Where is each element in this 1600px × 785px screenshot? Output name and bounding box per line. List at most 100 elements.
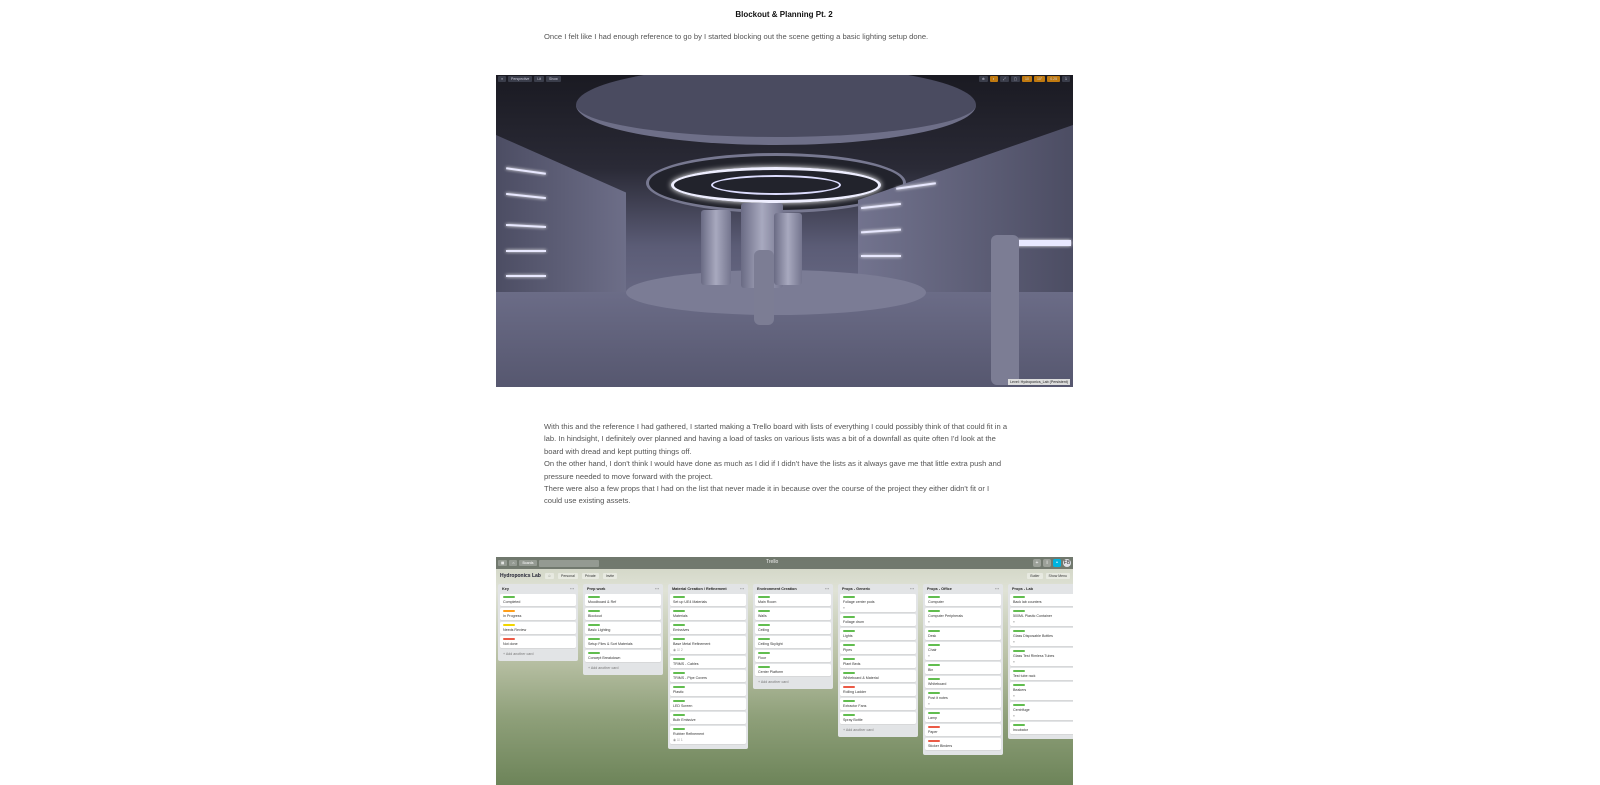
card-title: Needs Review [503,628,527,632]
card-title: Materials [673,614,688,618]
rotate-icon[interactable]: ◐ [989,76,998,82]
card-label [1013,684,1025,686]
trello-list: Props - Lab··· Back lab counters 500ML Pla… [1008,584,1073,739]
viewport-menu-button[interactable]: ≡ [498,76,507,82]
trello-card: Pipes [840,642,916,654]
trello-card: Needs Review [500,622,576,634]
trello-card: TRIMS - Pipe Covers [670,670,746,682]
scale-icon[interactable]: ⤢ [999,76,1009,82]
lit-button[interactable]: Lit [534,76,545,82]
trello-card: Lights [840,628,916,640]
trello-card: Back lab counters [1010,594,1073,606]
boards-button: Boards [519,560,537,566]
card-title: Spray Bottle [843,718,863,722]
home-icon: ⌂ [509,560,518,566]
card-label [503,624,515,626]
trello-card: Blockout [585,608,661,620]
trello-card: Test tube rack [1010,668,1073,680]
card-badges: ≡ [1013,640,1015,644]
trello-card: Paper [925,724,1001,736]
card-label [503,638,515,640]
card-badges: ≡ [843,606,845,610]
world-icon[interactable]: ▢ [1010,76,1021,82]
trello-card: Center Platform [755,664,831,676]
card-label [928,726,940,728]
trello-card: Moodboard & Ref [585,594,661,606]
card-label [928,740,940,742]
list-header: Props - Generic ··· [840,586,916,594]
card-title: Basic Lighting [588,628,611,632]
text-line: lab. In hindsight, I definitely over pla… [544,434,996,444]
bell-icon: • [1053,559,1061,567]
list-title: Material Creation / Refinement [672,587,727,591]
card-label [673,638,685,640]
perspective-button[interactable]: Perspective [508,76,533,82]
camera-speed[interactable]: 1 [1062,76,1070,82]
add-card-button: + Add another card [588,666,619,670]
trello-card: Lamp [925,710,1001,722]
trello-card: Incubator [1010,722,1073,734]
trello-list: Props - Office ··· Computer Computer Periph… [923,584,1003,755]
grid-snap[interactable]: 10 [1022,76,1032,82]
trello-card: Bulb Emissive [670,712,746,724]
list-title: Environment Creation [757,587,797,591]
trello-card: Base Metal Refinement ◉ ☑ 2 [670,636,746,654]
trello-list: Prep work ··· Moodboard & Ref Blockout Basic… [583,584,663,675]
trello-card: Foliage center pods ≡ [840,594,916,612]
card-badges: ≡ [928,702,930,706]
card-label [673,686,685,688]
card-title: In Progress [503,614,522,618]
card-title: Emissives [673,628,690,632]
card-title: Ceiling Skylight [758,642,783,646]
plus-icon: + [1033,559,1041,567]
text-line: pressure needed to move forward with the… [544,471,713,481]
card-label [1013,670,1025,672]
avatar: FB [1063,559,1071,567]
card-label [843,596,855,598]
trello-card: Computer Peripherals ≡ [925,608,1001,626]
card-title: Beakers [1013,688,1027,692]
personal-button: Personal [557,572,578,579]
trello-card: Extractor Fans [840,698,916,710]
trello-card: Bin [925,662,1001,674]
rotate-snap[interactable]: 10° [1033,76,1046,82]
trello-card: Not done [500,636,576,648]
intro-paragraph: Once I felt like I had enough reference … [544,32,929,41]
list-menu-icon: ··· [570,587,574,591]
translate-icon[interactable]: ⊕ [978,76,988,82]
list-title: Props - Office [927,587,952,591]
card-title: Bulb Emissive [673,718,696,722]
board-header: Hydroponics Lab ☆ Personal Private Invit… [496,569,1073,582]
trello-card: Setup Files & Sort Materials [585,636,661,648]
card-badges: ≡ [928,654,930,658]
list-menu-icon: ··· [825,587,829,591]
card-title: Bin [928,668,934,672]
card-title: Plant Beds [843,662,861,666]
card-title: Whiteboard & Material [843,676,879,680]
card-label [673,714,685,716]
text-line: With this and the reference I had gather… [544,422,1008,431]
trello-card: Spray Bottle [840,712,916,724]
card-label [673,658,685,660]
trello-card: Sticker Binders [925,738,1001,750]
trello-card: Centrifuge ≡ [1010,702,1073,720]
card-label [928,610,940,612]
list-header: Prep work ··· [585,586,661,594]
card-title: TRIMS - Pipe Covers [673,676,707,680]
level-label: Level: Hydroponics_Lab (Persistent) [1008,379,1070,385]
card-title: Ceiling [758,628,769,632]
viewport-toolbar-right: ⊕ ◐ ⤢ ▢ 10 10° 0.25 1 [978,76,1070,82]
body-paragraph: With this and the reference I had gather… [544,421,1034,508]
board-name: Hydroponics Lab [500,572,541,579]
card-title: Setup Files & Sort Materials [588,642,633,646]
card-title: Rolling Ladder [843,690,867,694]
card-title: Paper [928,730,938,734]
show-button[interactable]: Show [546,76,561,82]
trello-card: Floor [755,650,831,662]
card-label [843,630,855,632]
private-button: Private [581,572,599,579]
scale-snap[interactable]: 0.25 [1047,76,1061,82]
trello-card: In Progress [500,608,576,620]
trello-card: Rolling Ladder [840,684,916,696]
card-title: Moodboard & Ref [588,600,617,604]
